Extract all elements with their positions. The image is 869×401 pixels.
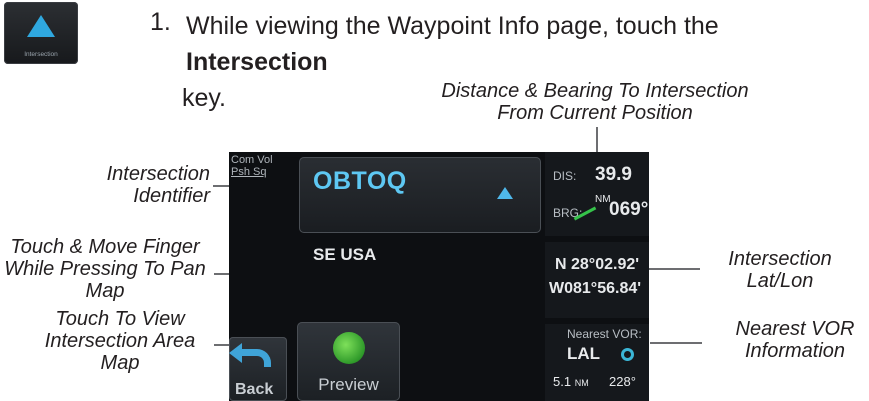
step-text-bold: Intersection [186,48,328,76]
callout-nearest-vor: Nearest VOR Information [735,318,855,362]
map-area[interactable] [291,237,541,322]
latitude: N 28°02.92' [555,256,640,273]
com-vol-label[interactable]: Com Vol Psh Sq [231,154,273,178]
vor-dist-number: 5.1 [553,374,572,389]
back-arrow-head-icon [229,343,242,363]
globe-icon [333,332,365,364]
vor-distance: 5.1 NM [553,374,589,389]
key-label: Intersection [24,51,58,58]
step-text-before: While viewing the Waypoint Info page, to… [186,12,719,40]
longitude: W081°56.84' [549,280,642,297]
callout-distance-bearing: Distance & Bearing To Intersection From … [441,80,749,124]
nearest-vor-label: Nearest VOR: [567,327,642,341]
step-text-after: key. [182,84,226,112]
up-arrow-icon [497,187,513,199]
distance-bearing-panel: DIS: 39.9 NM BRG: 069° [545,152,649,236]
lat-lon-panel: N 28°02.92' W081°56.84' [545,242,649,318]
vor-symbol-icon [621,348,634,361]
brg-value: 069° [609,199,649,220]
triangle-icon [27,15,55,37]
back-label: Back [235,381,274,398]
callout-pan-map: Touch & Move Finger While Pressing To Pa… [4,236,206,302]
identifier-button[interactable]: OBTOQ [299,157,541,233]
step-number: 1. [150,8,171,36]
preview-label: Preview [318,375,379,394]
dis-label: DIS: [553,169,577,183]
leader-line [650,342,702,344]
leader-line [644,268,700,270]
vor-identifier: LAL [567,344,601,363]
callout-area-map: Touch To View Intersection Area Map [44,308,196,374]
dis-number: 39.9 [595,164,632,185]
callout-lat-lon: Intersection Lat/Lon [728,248,832,292]
intersection-identifier: OBTOQ [313,167,407,195]
com-vol-line1: Com Vol [231,154,273,166]
device-screen: Com Vol Psh Sq OBTOQ SE USA DIS: 39.9 NM… [229,152,649,401]
intersection-key-icon: Intersection [4,2,78,64]
preview-button[interactable]: Preview [297,322,400,401]
vor-bearing: 228° [609,374,636,389]
com-vol-line2: Psh Sq [231,166,267,178]
vor-dist-unit: NM [574,378,589,388]
nearest-vor-panel[interactable]: Nearest VOR: LAL 5.1 NM 228° [545,324,649,401]
back-button[interactable]: Back [229,337,287,401]
callout-identifier: Intersection Identifier [106,163,210,207]
